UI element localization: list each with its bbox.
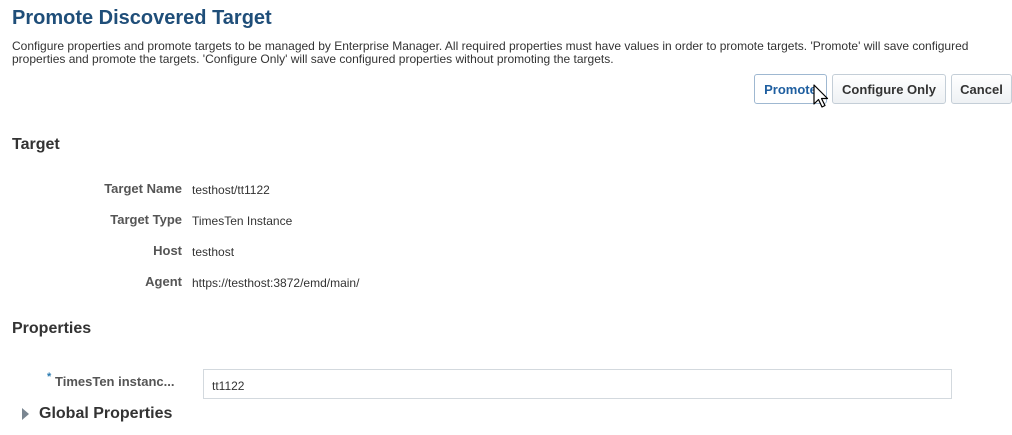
global-properties-toggle[interactable]: Global Properties <box>22 405 172 423</box>
page-title: Promote Discovered Target <box>12 7 272 29</box>
host-label: Host <box>153 243 182 258</box>
configure-only-button[interactable]: Configure Only <box>832 74 946 104</box>
properties-section-title: Properties <box>12 320 92 337</box>
cancel-button[interactable]: Cancel <box>951 74 1012 104</box>
target-type-label: Target Type <box>110 212 182 227</box>
timesten-instance-input[interactable] <box>203 369 952 399</box>
timesten-instance-label: TimesTen instanc... <box>55 374 175 389</box>
target-name-value: testhost/tt1122 <box>192 183 270 197</box>
global-properties-label: Global Properties <box>39 405 173 422</box>
target-section-title: Target <box>12 136 60 153</box>
disclosure-triangle-icon <box>22 408 29 420</box>
agent-label: Agent <box>145 274 182 289</box>
host-value: testhost <box>192 245 235 259</box>
mouse-pointer-icon <box>813 84 829 108</box>
agent-value: https://testhost:3872/emd/main/ <box>192 276 360 290</box>
page-description: Configure properties and promote targets… <box>12 39 969 66</box>
required-indicator: * <box>47 371 52 383</box>
target-type-value: TimesTen Instance <box>192 214 293 228</box>
promote-discovered-target-page: Promote Discovered Target Configure prop… <box>0 0 1012 435</box>
target-name-label: Target Name <box>104 181 182 196</box>
